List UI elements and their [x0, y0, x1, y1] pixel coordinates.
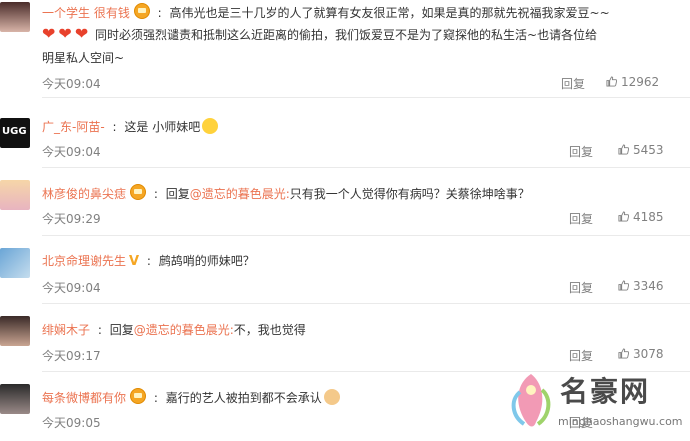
timestamp: 今天09:05 [42, 416, 101, 430]
reply-button[interactable]: 回复 [569, 347, 593, 364]
timestamp: 今天09:04 [42, 77, 101, 91]
watermark-title: 名豪网 [560, 375, 651, 408]
logo-icon [511, 374, 551, 427]
divider [42, 235, 690, 236]
like-button[interactable]: 12962 [606, 75, 659, 89]
mention-link[interactable]: @遗忘的暮色晨光: [134, 323, 234, 337]
comment-text: 明星私人空间~ [42, 51, 125, 65]
comment-text: 这是 小师妹吧 [124, 120, 201, 134]
reply-prefix: 回复 [109, 323, 134, 337]
vip-badge-icon [130, 184, 147, 200]
thumbs-up-icon [618, 348, 629, 359]
timestamp: 今天09:04 [42, 145, 101, 159]
like-count: 3078 [633, 347, 664, 361]
reply-prefix: 回复 [165, 187, 190, 201]
comment-text: 只有我一个人觉得你有病吗？关蔡徐坤啥事？ [289, 187, 530, 201]
comment-text: 高伟光也是三十几岁的人了就算有女友很正常，如果是真的那就先祝福我家爱豆~~ [169, 6, 610, 20]
heart-emoji-icon: ❤ [74, 24, 89, 43]
watermark-url: minghaoshangwu.com [558, 415, 683, 428]
reply-button[interactable]: 回复 [569, 279, 593, 296]
like-count: 5453 [633, 143, 664, 157]
grin-emoji-icon [202, 118, 219, 134]
comment-text: 鹧鸪哨的师妹吧？ [158, 254, 255, 268]
heart-emoji-icon: ❤ [58, 24, 72, 43]
watermark: 名豪网 minghaoshangwu.com [500, 364, 690, 441]
like-count: 3346 [633, 279, 664, 293]
timestamp: 今天09:04 [42, 281, 101, 295]
reply-button[interactable]: 回复 [569, 210, 593, 227]
thumbs-up-icon [618, 280, 629, 291]
divider [42, 167, 690, 168]
like-button[interactable]: 5453 [618, 143, 664, 157]
vip-badge-icon [133, 3, 150, 19]
timestamp: 今天09:29 [42, 212, 101, 226]
comment-text: 嘉行的艺人被拍到都不会承认 [165, 391, 322, 405]
avatar[interactable] [0, 248, 30, 278]
thumbs-up-icon [618, 211, 629, 222]
comment-text: 同时必须强烈谴责和抵制这么近距离的偷拍，我们饭爱豆不是为了窥探他的私生活~也请各… [95, 28, 598, 42]
cat-emoji-icon [323, 389, 340, 405]
avatar[interactable] [0, 180, 30, 210]
user-name[interactable]: 广_东-阿苗- [42, 120, 105, 134]
divider [42, 303, 690, 304]
verified-v-icon: V [129, 254, 140, 269]
heart-emoji-icon: ❤ [42, 24, 56, 43]
like-button[interactable]: 4185 [618, 210, 664, 224]
avatar[interactable] [0, 2, 30, 32]
thumbs-up-icon [618, 144, 629, 155]
avatar[interactable]: UGG [0, 118, 30, 148]
user-name[interactable]: 北京命理谢先生 [42, 254, 126, 268]
reply-button[interactable]: 回复 [561, 75, 585, 92]
thumbs-up-icon [606, 76, 617, 87]
like-count: 12962 [621, 75, 660, 89]
avatar[interactable] [0, 384, 30, 414]
user-name[interactable]: 每条微博都有你 [42, 391, 126, 405]
avatar[interactable] [0, 316, 30, 346]
user-name[interactable]: 绯娴木子 [42, 323, 90, 337]
reply-button[interactable]: 回复 [569, 143, 593, 160]
like-button[interactable]: 3078 [618, 347, 664, 361]
mention-link[interactable]: @遗忘的暮色晨光: [190, 187, 290, 201]
like-count: 4185 [633, 210, 664, 224]
timestamp: 今天09:17 [42, 349, 101, 363]
divider [42, 97, 690, 98]
like-button[interactable]: 3346 [618, 279, 664, 293]
vip-badge-icon [130, 388, 147, 404]
comment-text: 不，我也觉得 [233, 323, 306, 337]
user-name[interactable]: 一个学生 很有钱 [42, 6, 130, 20]
user-name[interactable]: 林彦俊的鼻尖痣 [42, 187, 126, 201]
